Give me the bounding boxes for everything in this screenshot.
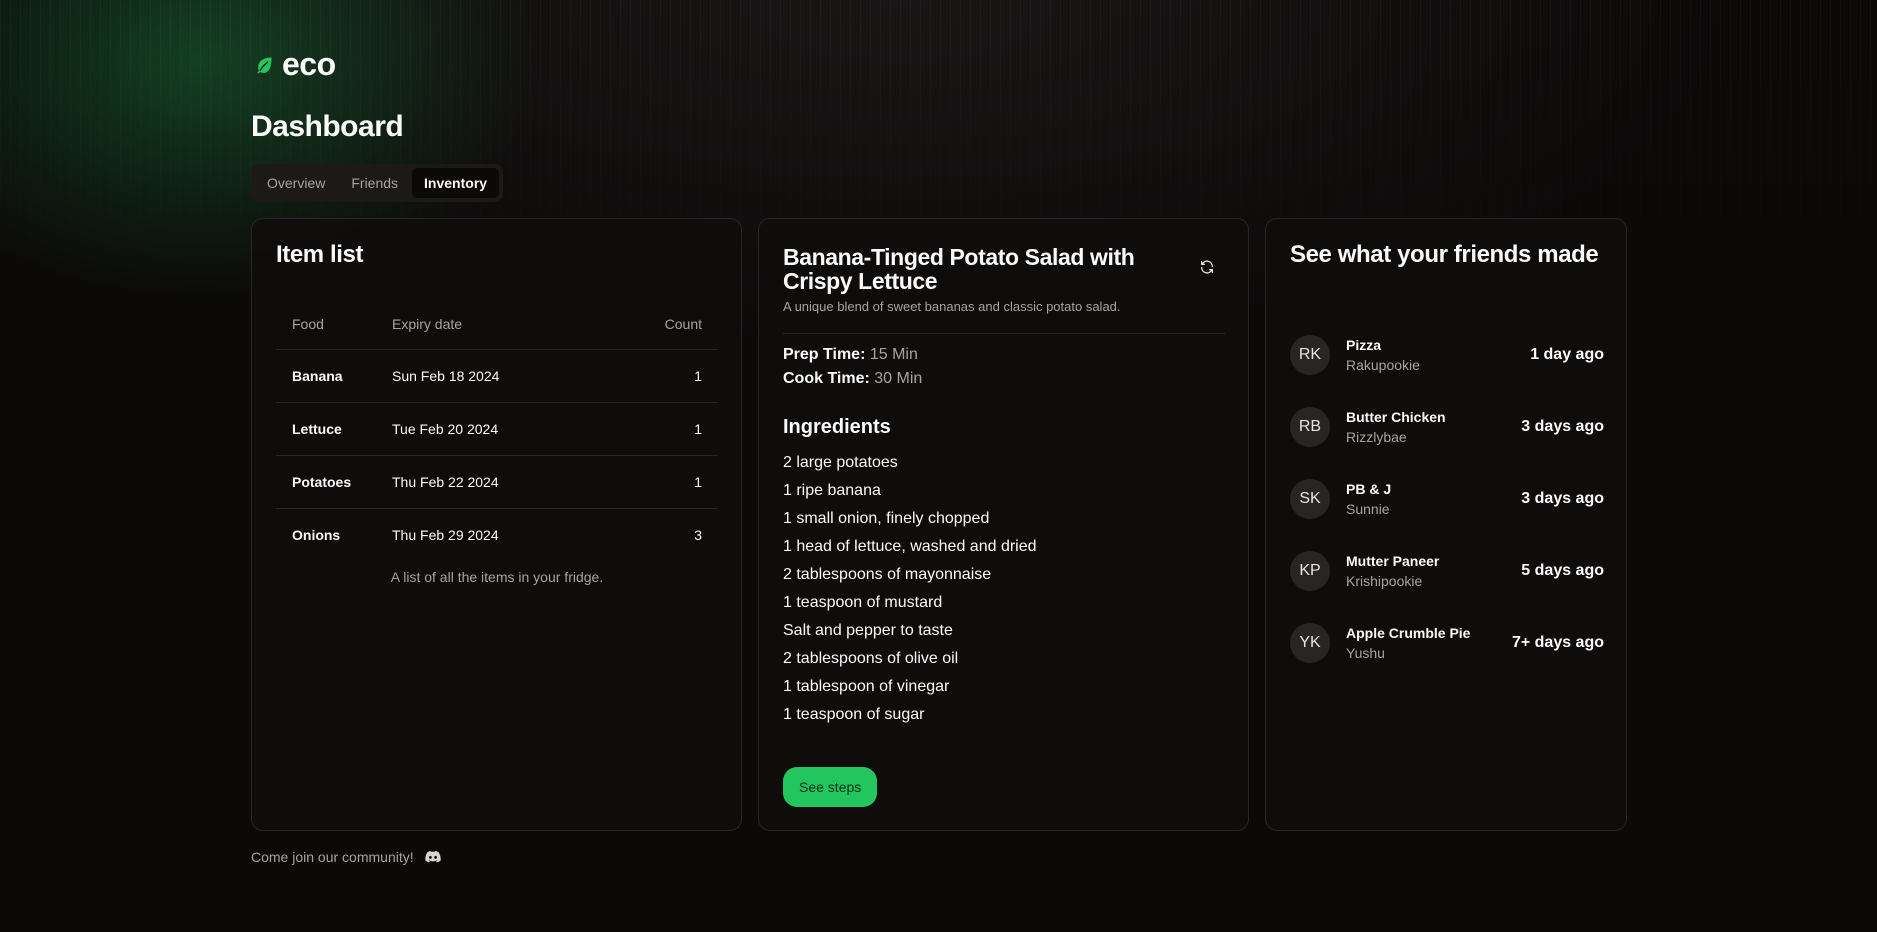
ingredient-item: 1 tablespoon of vinegar <box>783 678 950 695</box>
dish-name: Apple Crumble Pie <box>1346 625 1471 641</box>
avatar: RB <box>1290 407 1330 447</box>
tab-overview[interactable]: Overview <box>255 168 337 198</box>
avatar: YK <box>1290 623 1330 663</box>
footer: Come join our community! <box>251 848 442 866</box>
expiry-cell: Tue Feb 20 2024 <box>376 402 605 456</box>
dish-name: PB & J <box>1346 481 1392 497</box>
ingredient-item: 2 large potatoes <box>783 454 898 471</box>
ingredient-item: 1 small onion, finely chopped <box>783 510 990 527</box>
ingredient-item: 1 ripe banana <box>783 482 881 499</box>
brand-name: eco <box>282 46 336 82</box>
time-ago: 3 days ago <box>1521 490 1604 507</box>
ingredients-heading: Ingredients <box>783 416 891 438</box>
recipe-title: Banana-Tinged Potato Salad with Crispy L… <box>783 244 1135 294</box>
friends-card: See what your friends made RK Pizza Raku… <box>1265 218 1627 831</box>
footer-text: Come join our community! <box>251 849 414 865</box>
time-ago: 7+ days ago <box>1511 634 1604 651</box>
food-cell: Potatoes <box>276 455 376 509</box>
friend-info: Mutter Paneer Krishipookie <box>1346 551 1521 591</box>
time-ago: 3 days ago <box>1521 418 1604 435</box>
ingredient-item: Salt and pepper to taste <box>783 622 953 639</box>
avatar: SK <box>1290 479 1330 519</box>
cook-time-value: 30 Min <box>874 370 923 387</box>
food-cell: Onions <box>292 526 341 543</box>
ingredient-item: 1 teaspoon of mustard <box>783 594 943 611</box>
discord-icon[interactable] <box>424 848 442 866</box>
see-steps-button[interactable]: See steps <box>783 767 878 807</box>
tab-inventory[interactable]: Inventory <box>412 168 500 198</box>
count-cell: 1 <box>604 402 718 456</box>
tab-list: Overview Friends Inventory <box>251 164 504 202</box>
cook-time: Cook Time: 30 Min <box>783 370 922 388</box>
friends-title: See what your friends made <box>1290 241 1599 268</box>
prep-time-value: 15 Min <box>869 346 918 363</box>
friend-info: PB & J Sunnie <box>1346 479 1521 519</box>
column-header-food: Food <box>276 299 376 350</box>
refresh-icon[interactable] <box>1199 259 1215 275</box>
friend-username: Yushu <box>1346 645 1385 661</box>
food-cell: Banana <box>276 349 376 403</box>
avatar: KP <box>1290 551 1330 591</box>
friend-info: Butter Chicken Rizzlybae <box>1346 407 1521 447</box>
recipe-card: Banana-Tinged Potato Salad with Crispy L… <box>758 218 1249 831</box>
table-caption: A list of all the items in your fridge. <box>390 569 604 585</box>
ingredient-item: 1 teaspoon of sugar <box>783 706 925 723</box>
ingredient-item: 2 tablespoons of olive oil <box>783 650 959 667</box>
ingredient-item: 2 tablespoons of mayonnaise <box>783 566 992 583</box>
friend-info: Pizza Rakupookie <box>1346 335 1530 375</box>
table-header-row: Food Expiry date Count <box>276 299 718 350</box>
list-item[interactable]: YK Apple Crumble Pie Yushu 7+ days ago <box>1290 607 1604 679</box>
prep-time-label: Prep Time: <box>783 346 866 363</box>
ingredients-list: 2 large potatoes 1 ripe banana 1 small o… <box>783 452 1037 732</box>
tab-friends[interactable]: Friends <box>339 168 410 198</box>
count-cell: 1 <box>604 455 718 509</box>
expiry-cell: Thu Feb 22 2024 <box>376 455 605 509</box>
item-list-card: Item list Food Expiry date Count Banana … <box>251 218 742 831</box>
list-item[interactable]: KP Mutter Paneer Krishipookie 5 days ago <box>1290 535 1604 607</box>
avatar: RK <box>1290 335 1330 375</box>
friend-username: Rizzlybae <box>1346 429 1407 445</box>
ingredient-item: 1 head of lettuce, washed and dried <box>783 538 1037 555</box>
friend-username: Rakupookie <box>1346 357 1420 373</box>
friend-username: Sunnie <box>1346 501 1390 517</box>
list-item[interactable]: RB Butter Chicken Rizzlybae 3 days ago <box>1290 391 1604 463</box>
item-list-title: Item list <box>276 241 364 268</box>
recipe-description: A unique blend of sweet bananas and clas… <box>783 299 1121 314</box>
expiry-cell: Thu Feb 29 2024 <box>392 526 499 543</box>
list-item[interactable]: SK PB & J Sunnie 3 days ago <box>1290 463 1604 535</box>
friend-username: Krishipookie <box>1346 573 1423 589</box>
column-header-expiry: Expiry date <box>376 299 605 350</box>
leaf-icon <box>257 57 272 74</box>
dish-name: Butter Chicken <box>1346 409 1446 425</box>
dish-name: Mutter Paneer <box>1346 553 1440 569</box>
page-title: Dashboard <box>251 110 404 143</box>
time-ago: 5 days ago <box>1521 562 1604 579</box>
list-item[interactable]: RK Pizza Rakupookie 1 day ago <box>1290 319 1604 391</box>
time-ago: 1 day ago <box>1530 346 1604 363</box>
column-header-count: Count <box>604 299 718 350</box>
prep-time: Prep Time: 15 Min <box>783 346 918 364</box>
table-row: Potatoes Thu Feb 22 2024 1 <box>276 455 718 509</box>
dish-name: Pizza <box>1346 337 1382 353</box>
item-table: Food Expiry date Count Banana Sun Feb 18… <box>276 299 718 561</box>
table-row: Onions Thu Feb 29 2024 3 <box>276 508 718 561</box>
friend-list: RK Pizza Rakupookie 1 day ago RB Butter … <box>1290 319 1604 679</box>
table-row: Lettuce Tue Feb 20 2024 1 <box>276 402 718 456</box>
expiry-cell: Sun Feb 18 2024 <box>376 349 605 403</box>
cook-time-label: Cook Time: <box>783 370 870 387</box>
table-row: Banana Sun Feb 18 2024 1 <box>276 349 718 403</box>
divider <box>783 333 1225 334</box>
food-cell: Lettuce <box>276 402 376 456</box>
count-cell: 3 <box>694 526 702 543</box>
friend-info: Apple Crumble Pie Yushu <box>1346 623 1512 663</box>
count-cell: 1 <box>604 349 718 403</box>
logo[interactable]: eco <box>254 46 336 83</box>
